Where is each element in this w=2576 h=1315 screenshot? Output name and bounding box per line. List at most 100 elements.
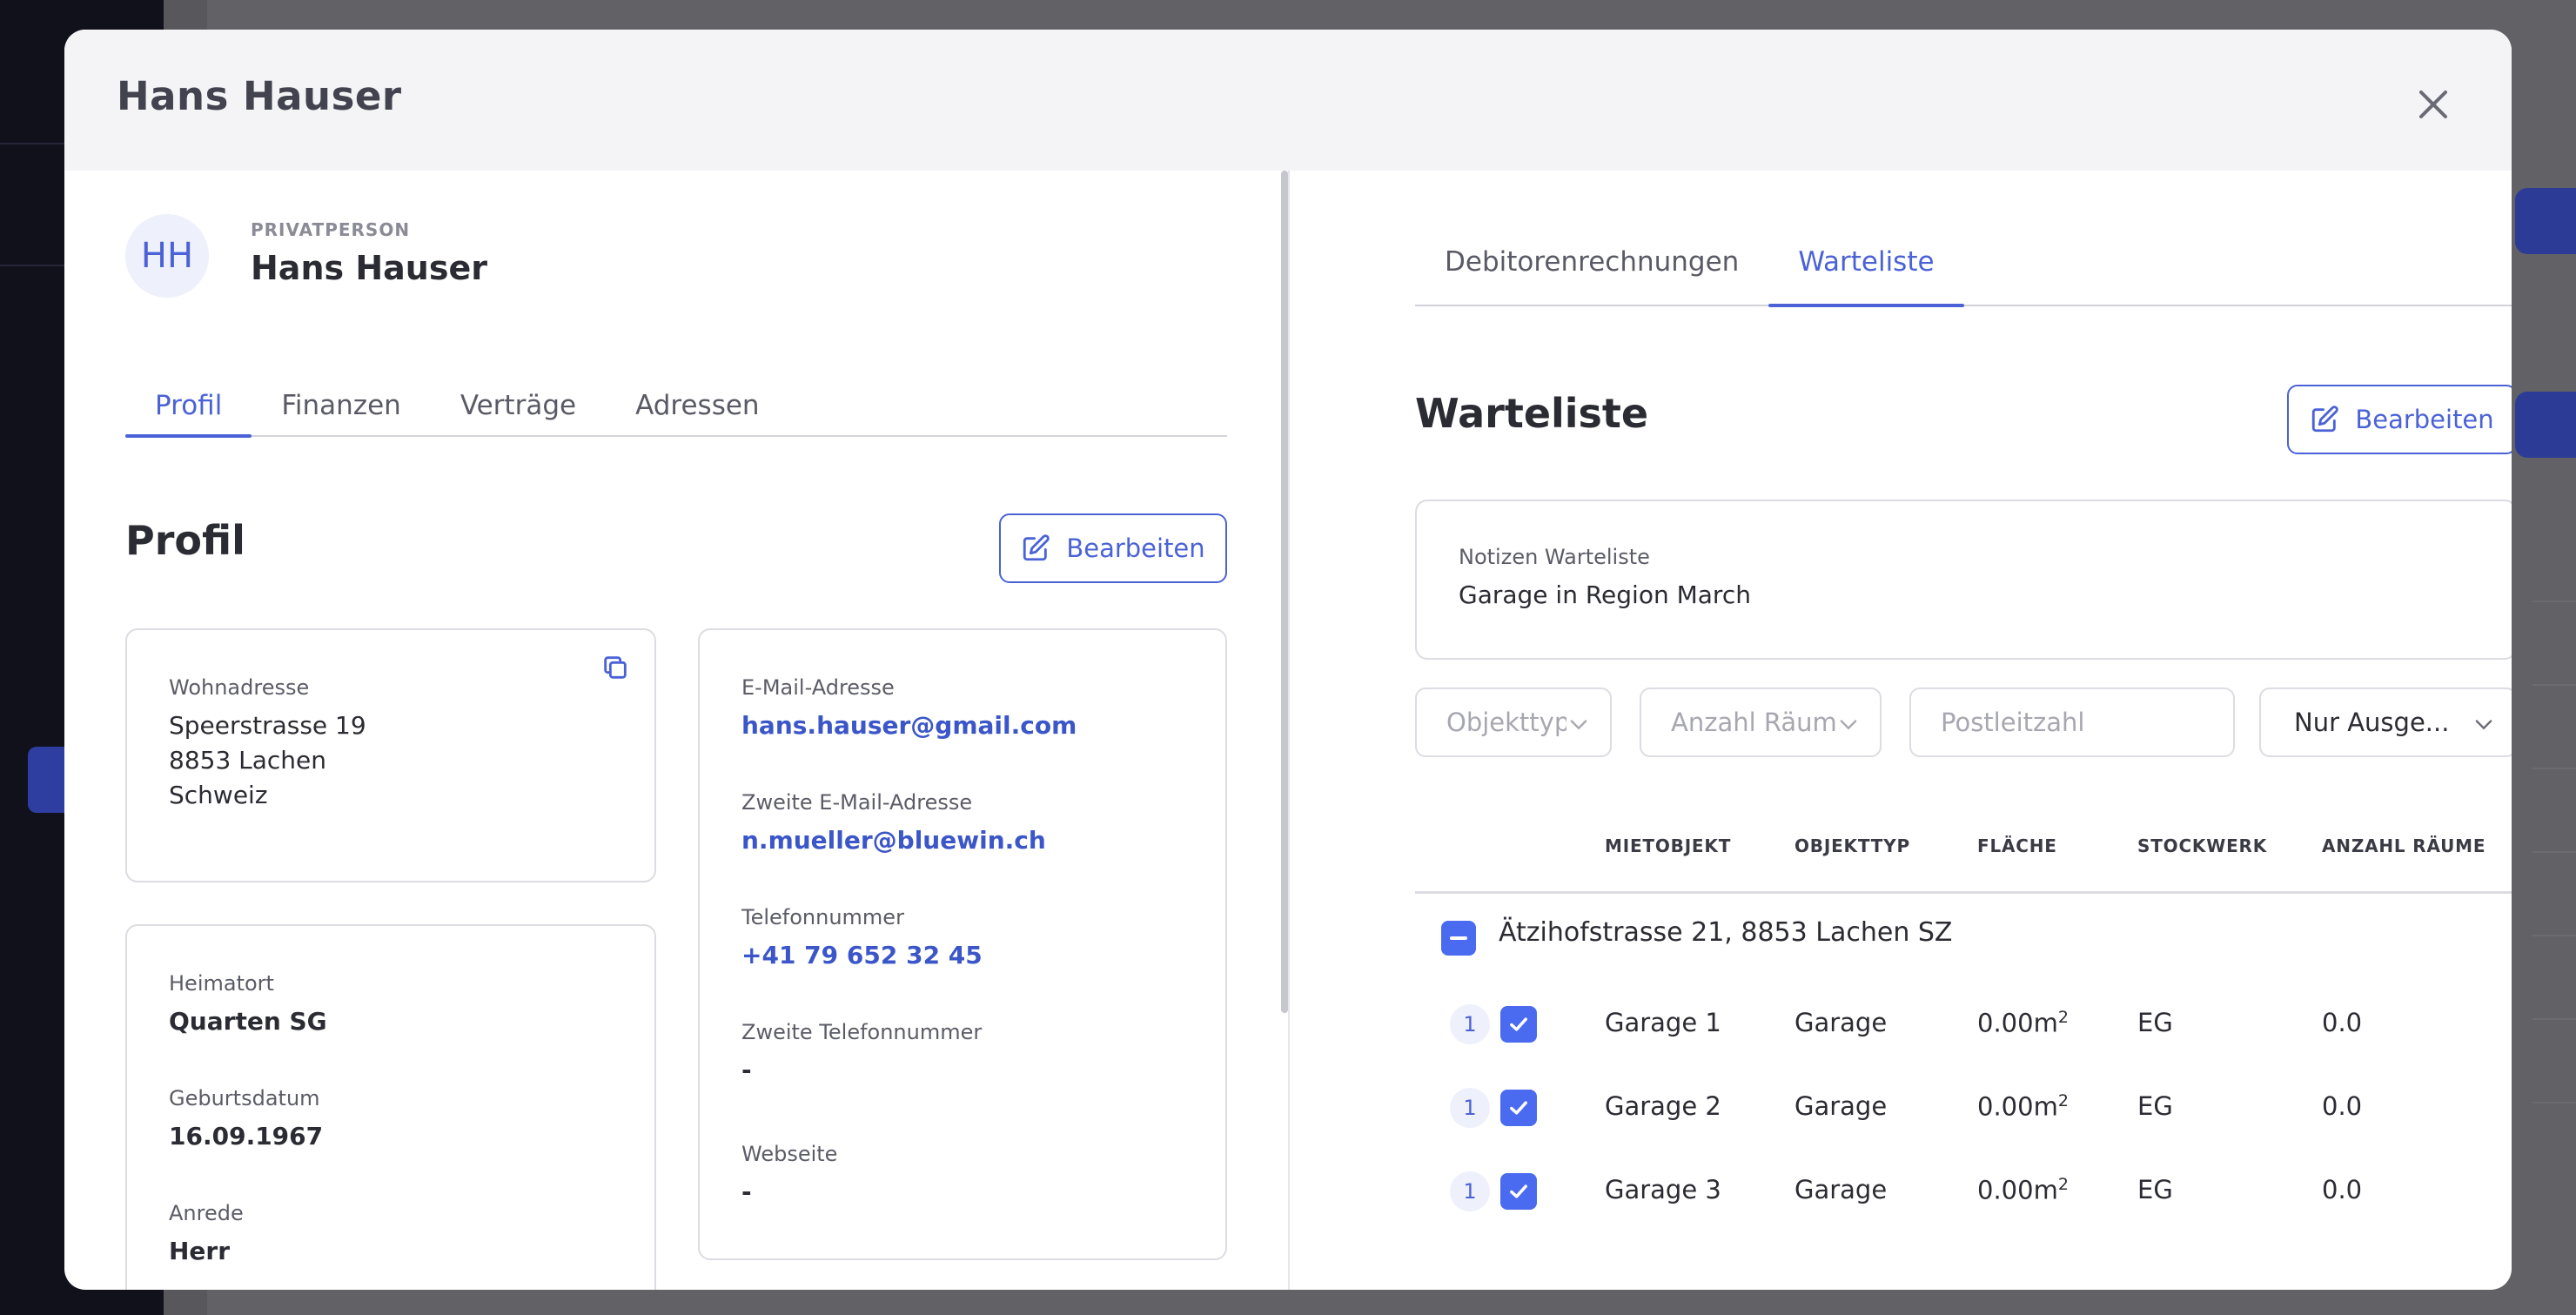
- background-row-line: [2532, 684, 2576, 686]
- phone-label: Telefonnummer: [741, 905, 904, 929]
- row-priority-badge: 1: [1450, 1171, 1490, 1211]
- address-line-2: 8853 Lachen: [169, 746, 327, 775]
- tab-warteliste[interactable]: Warteliste: [1768, 219, 1964, 307]
- waitlist-section-title: Warteliste: [1415, 390, 1649, 437]
- phone-link[interactable]: +41 79 652 32 45: [741, 938, 983, 973]
- personal-info-card: Heimatort Quarten SG Geburtsdatum 16.09.…: [125, 924, 656, 1290]
- table-row: 1 Garage 1 Garage 0.00m2 EG 0.0: [1290, 992, 2512, 1076]
- column-header-anzahl-raeume[interactable]: ANZAHL RÄUME: [2322, 835, 2485, 856]
- edit-button-label: Bearbeiten: [2355, 405, 2494, 434]
- row-checkbox[interactable]: [1500, 1173, 1537, 1210]
- modal-title: Hans Hauser: [117, 73, 402, 119]
- row-stockwerk: EG: [2137, 1008, 2173, 1037]
- contact-card: E-Mail-Adresse hans.hauser@gmail.com Zwe…: [698, 628, 1227, 1260]
- area-exponent: 2: [2057, 1091, 2069, 1110]
- check-icon: [1510, 1184, 1527, 1198]
- copy-icon[interactable]: [600, 653, 630, 682]
- area-value: 0.00m: [1977, 1008, 2058, 1038]
- email2-link[interactable]: n.mueller@bluewin.ch: [741, 823, 1046, 858]
- postleitzahl-input[interactable]: Postleitzahl: [1909, 688, 2235, 757]
- avatar: HH: [125, 214, 209, 298]
- row-objekttyp: Garage: [1794, 1008, 1888, 1037]
- filter-placeholder: Objekttyp: [1446, 708, 1571, 737]
- objekttyp-filter[interactable]: Objekttyp: [1415, 688, 1612, 757]
- group-address: Ätzihofstrasse 21, 8853 Lachen SZ: [1499, 917, 1953, 948]
- anrede-label: Anrede: [169, 1201, 244, 1225]
- column-header-mietobjekt[interactable]: MIETOBJEKT: [1605, 835, 1731, 856]
- row-checkbox[interactable]: [1500, 1090, 1537, 1126]
- row-anzahl-raeume: 0.0: [2322, 1175, 2363, 1204]
- background-row-line: [2532, 600, 2576, 602]
- check-icon: [1510, 1101, 1527, 1115]
- tab-debitorenrechnungen[interactable]: Debitorenrechnungen: [1415, 219, 1768, 305]
- row-objekttyp: Garage: [1794, 1175, 1888, 1204]
- row-anzahl-raeume: 0.0: [2322, 1091, 2363, 1121]
- nur-ausgewaehlte-filter[interactable]: Nur Ausge...: [2259, 688, 2512, 757]
- tab-label: Verträge: [460, 390, 577, 421]
- group-toggle-checkbox[interactable]: [1441, 921, 1476, 956]
- row-mietobjekt: Garage 1: [1605, 1008, 1721, 1037]
- profile-tabs: Profil Finanzen Verträge Adressen: [125, 376, 1227, 438]
- column-header-objekttyp[interactable]: OBJEKTTYP: [1794, 835, 1910, 856]
- tab-label: Debitorenrechnungen: [1445, 246, 1740, 278]
- tab-label: Finanzen: [281, 390, 401, 421]
- profile-edit-button[interactable]: Bearbeiten: [999, 513, 1227, 583]
- left-pane-scrollbar[interactable]: [1281, 171, 1288, 1013]
- tab-profil[interactable]: Profil: [125, 376, 252, 438]
- filter-placeholder: Anzahl Räume: [1671, 708, 1853, 737]
- chevron-down-icon: [2472, 712, 2496, 736]
- chevron-down-icon: [1836, 712, 1861, 736]
- filter-placeholder: Postleitzahl: [1941, 708, 2085, 737]
- background-row-line: [2532, 851, 2576, 853]
- email-label: E-Mail-Adresse: [741, 675, 895, 700]
- filter-value: Nur Ausge...: [2294, 708, 2450, 737]
- row-objekttyp: Garage: [1794, 1091, 1888, 1121]
- row-priority-badge: 1: [1450, 1004, 1490, 1044]
- person-name: Hans Hauser: [251, 249, 487, 287]
- email2-label: Zweite E-Mail-Adresse: [741, 790, 973, 815]
- row-stockwerk: EG: [2137, 1091, 2173, 1121]
- background-row-line: [2532, 1102, 2576, 1104]
- chevron-down-icon: [1566, 712, 1591, 736]
- background-row-line: [2532, 935, 2576, 936]
- tab-label: Warteliste: [1798, 246, 1935, 278]
- anrede-value: Herr: [169, 1237, 231, 1265]
- tab-vertraege[interactable]: Verträge: [431, 376, 606, 435]
- close-icon: [2419, 91, 2447, 118]
- row-flaeche: 0.00m2: [1977, 1008, 2069, 1038]
- waitlist-edit-button[interactable]: Bearbeiten: [2287, 385, 2512, 454]
- address-label: Wohnadresse: [169, 675, 310, 700]
- edit-icon: [2312, 406, 2339, 433]
- geburtsdatum-label: Geburtsdatum: [169, 1086, 320, 1110]
- minus-icon: [1450, 936, 1467, 940]
- website-value: -: [741, 1177, 752, 1206]
- phone2-label: Zweite Telefonnummer: [741, 1020, 983, 1044]
- row-flaeche: 0.00m2: [1977, 1091, 2069, 1122]
- edit-button-label: Bearbeiten: [1066, 533, 1205, 563]
- geburtsdatum-value: 16.09.1967: [169, 1122, 324, 1151]
- background-button: [2515, 392, 2576, 458]
- modal-header: Hans Hauser: [64, 30, 2512, 171]
- email-link[interactable]: hans.hauser@gmail.com: [741, 708, 1077, 743]
- column-header-stockwerk[interactable]: STOCKWERK: [2137, 835, 2267, 856]
- heimatort-label: Heimatort: [169, 971, 274, 996]
- row-checkbox[interactable]: [1500, 1006, 1537, 1043]
- tab-adressen[interactable]: Adressen: [606, 376, 789, 435]
- tab-label: Profil: [155, 390, 223, 421]
- column-header-flaeche[interactable]: FLÄCHE: [1977, 835, 2057, 856]
- background-row-line: [2532, 768, 2576, 769]
- tab-finanzen[interactable]: Finanzen: [252, 376, 430, 435]
- address-line-1: Speerstrasse 19: [169, 711, 366, 740]
- notes-label: Notizen Warteliste: [1459, 545, 1650, 569]
- left-pane: HH PRIVATPERSON Hans Hauser Profil Finan…: [64, 171, 1285, 1290]
- person-type: PRIVATPERSON: [251, 219, 411, 240]
- row-anzahl-raeume: 0.0: [2322, 1008, 2363, 1037]
- background-row-line: [2532, 1018, 2576, 1020]
- row-flaeche: 0.00m2: [1977, 1175, 2069, 1205]
- address-line-3: Schweiz: [169, 781, 268, 809]
- phone2-value: -: [741, 1056, 752, 1084]
- close-button[interactable]: [2412, 84, 2454, 125]
- tab-label: Adressen: [635, 390, 760, 421]
- row-priority-badge: 1: [1450, 1088, 1490, 1128]
- anzahl-raeume-filter[interactable]: Anzahl Räume: [1640, 688, 1882, 757]
